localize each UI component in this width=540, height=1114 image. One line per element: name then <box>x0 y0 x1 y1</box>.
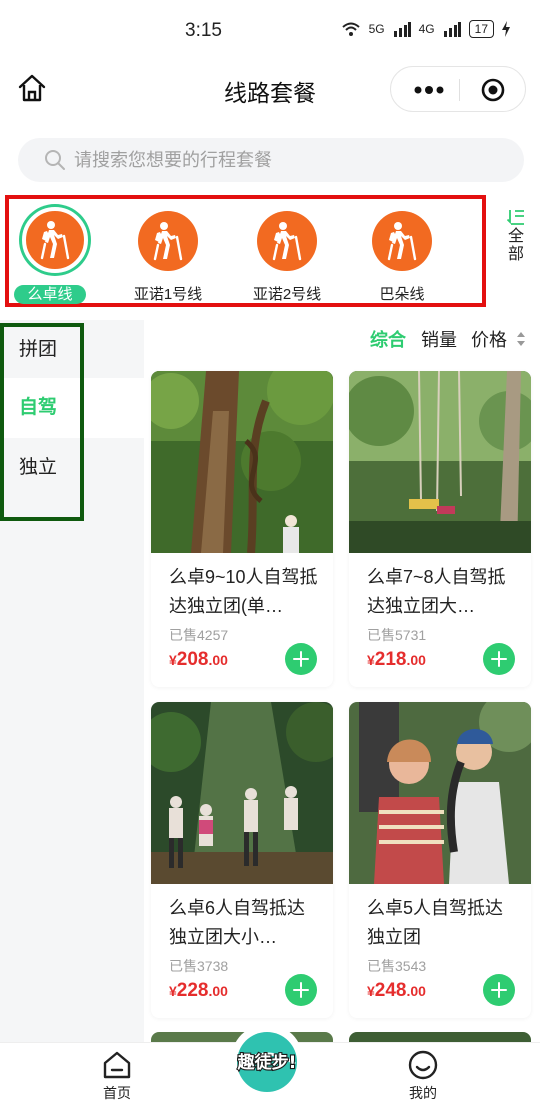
product-title-0: 么卓9~10人自驾抵达独立团(单… <box>169 567 318 616</box>
status-bar: 3:15 5G 4G 17 <box>0 0 540 62</box>
product-title-1: 么卓7~8人自驾抵达独立团大… <box>367 567 506 616</box>
product-price-3: ¥248.00 <box>367 980 426 1002</box>
product-sold-0: 已售4257 <box>169 627 229 643</box>
product-image-0 <box>151 371 333 553</box>
route-label-2: 亚诺2号线 <box>252 286 322 303</box>
signal-icon-2 <box>443 22 461 37</box>
price-integer: 248 <box>374 980 407 1001</box>
route-item-3[interactable]: 巴朵线 <box>347 205 457 303</box>
hiker-icon <box>22 207 88 273</box>
product-sold-3: 已售3543 <box>367 958 427 974</box>
title-bar: 线路套餐 <box>0 62 540 116</box>
home-tab-icon <box>103 1051 131 1079</box>
route-item-1[interactable]: 亚诺1号线 <box>113 205 223 303</box>
add-to-cart-button[interactable] <box>285 974 317 1006</box>
price-integer: 228 <box>176 980 209 1001</box>
product-card-1[interactable]: 么卓7~8人自驾抵达独立团大… 已售5731 ¥218.00 <box>349 371 531 687</box>
more-icon[interactable] <box>413 80 445 100</box>
all-routes-button[interactable]: 全部 <box>500 208 532 278</box>
product-image-3 <box>349 702 531 884</box>
product-card-2[interactable]: 么卓6人自驾抵达独立团大小… 已售3738 ¥228.00 <box>151 702 333 1018</box>
sort-overall[interactable]: 综合 <box>370 326 406 352</box>
route-item-0[interactable]: 么卓线 <box>0 205 110 304</box>
currency-symbol: ¥ <box>169 983 177 999</box>
add-to-cart-button[interactable] <box>483 974 515 1006</box>
product-sold-1: 已售5731 <box>367 627 427 643</box>
search-bar <box>18 138 524 182</box>
signal-icon <box>393 22 411 37</box>
status-time: 3:15 <box>185 20 222 41</box>
product-image-2 <box>151 702 333 884</box>
add-to-cart-button[interactable] <box>483 643 515 675</box>
logo-text: 趣徒步! <box>237 1052 297 1073</box>
capsule-divider <box>459 79 460 101</box>
product-title-3: 么卓5人自驾抵达独立团 <box>367 898 504 947</box>
network-5g-label: 5G <box>368 22 385 36</box>
hiker-icon <box>257 211 317 271</box>
battery-indicator: 17 <box>468 20 494 38</box>
sort-sales[interactable]: 销量 <box>421 326 457 352</box>
product-price-2: ¥228.00 <box>169 980 228 1002</box>
network-4g-label: 4G <box>418 22 435 36</box>
price-decimal: .00 <box>406 652 426 668</box>
route-item-2[interactable]: 亚诺2号线 <box>232 205 342 303</box>
all-routes-label: 全部 <box>507 228 524 263</box>
sort-arrows-icon[interactable] <box>516 329 526 349</box>
route-label-3: 巴朵线 <box>379 286 425 303</box>
hiker-icon <box>138 211 198 271</box>
miniprogram-capsule <box>390 66 526 112</box>
product-card-0[interactable]: 么卓9~10人自驾抵达独立团(单… 已售4257 ¥208.00 <box>151 371 333 687</box>
tab-mine[interactable]: 我的 <box>383 1049 463 1103</box>
wifi-icon <box>341 22 360 36</box>
search-input[interactable] <box>74 138 494 182</box>
center-logo-button[interactable]: 趣徒步! <box>231 1024 303 1096</box>
sort-price[interactable]: 价格 <box>471 326 507 352</box>
charging-icon <box>502 21 510 37</box>
filter-sort-icon <box>507 210 524 225</box>
route-label-0: 么卓线 <box>14 285 86 304</box>
product-title-2: 么卓6人自驾抵达独立团大小… <box>169 898 306 947</box>
product-card-3[interactable]: 么卓5人自驾抵达独立团 已售3543 ¥248.00 <box>349 702 531 1018</box>
close-miniprogram-icon[interactable] <box>481 78 505 102</box>
smiley-profile-icon <box>408 1050 438 1080</box>
search-icon <box>45 150 65 170</box>
price-decimal: .00 <box>208 983 228 999</box>
categories-highlight-frame <box>0 323 84 521</box>
price-decimal: .00 <box>406 983 426 999</box>
price-integer: 218 <box>374 649 407 670</box>
route-label-1: 亚诺1号线 <box>133 286 203 303</box>
currency-symbol: ¥ <box>169 652 177 668</box>
price-decimal: .00 <box>208 652 228 668</box>
tab-mine-label: 我的 <box>409 1085 437 1101</box>
product-price-1: ¥218.00 <box>367 649 426 671</box>
price-integer: 208 <box>176 649 209 670</box>
currency-symbol: ¥ <box>367 983 375 999</box>
currency-symbol: ¥ <box>367 652 375 668</box>
product-image-1 <box>349 371 531 553</box>
add-to-cart-button[interactable] <box>285 643 317 675</box>
hiker-icon <box>372 211 432 271</box>
product-price-0: ¥208.00 <box>169 649 228 671</box>
tab-home[interactable]: 首页 <box>77 1049 157 1103</box>
app-logo-icon: 趣徒步! <box>232 1025 302 1095</box>
product-sold-2: 已售3738 <box>169 958 229 974</box>
status-icons: 5G 4G 17 <box>341 20 510 38</box>
tab-home-label: 首页 <box>103 1085 131 1101</box>
